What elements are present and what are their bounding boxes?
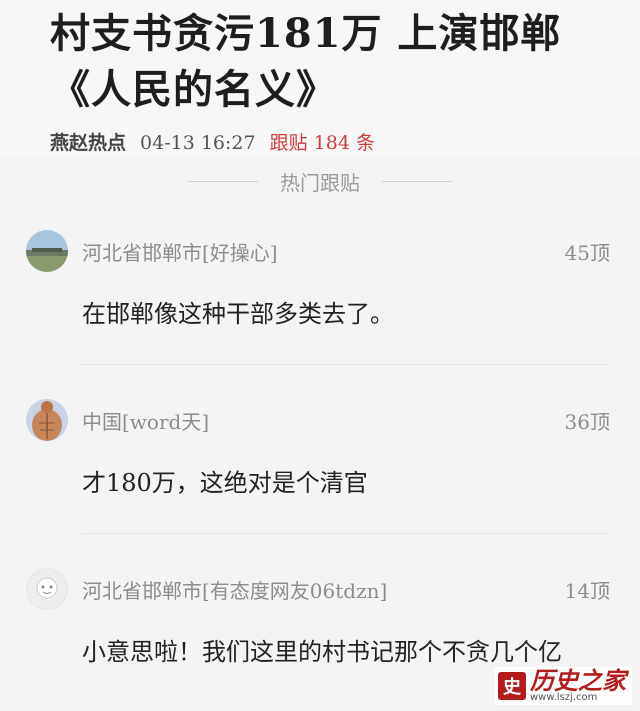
reply-label: 跟贴: [269, 132, 308, 154]
publish-time: 04-13 16:27: [140, 132, 256, 154]
reply-link[interactable]: 跟贴 184 条: [270, 128, 375, 155]
site-watermark: 史 历史之家 www.lszj.com: [494, 667, 632, 705]
muscle-avatar[interactable]: [26, 399, 68, 441]
vote-count[interactable]: 36顶: [565, 406, 610, 435]
comment-text: 才180万，这绝对是个清官: [82, 469, 368, 497]
title-line-2: 《人民的名义》: [50, 66, 337, 113]
source-name[interactable]: 燕赵热点: [50, 128, 126, 155]
watermark-url: www.lszj.com: [530, 692, 598, 703]
vote-count[interactable]: 14顶: [565, 575, 610, 604]
title-line-1: 村支书贪污181万 上演邯郸: [50, 10, 562, 57]
vote-count[interactable]: 45顶: [565, 237, 610, 266]
article-meta: 燕赵热点 04-13 16:27 跟贴 184 条: [50, 128, 640, 155]
comment-user-row: 中国[word天] 36顶: [82, 399, 610, 441]
landscape-avatar[interactable]: [26, 230, 68, 272]
reply-unit: 条: [355, 132, 375, 154]
article-title: 村支书贪污181万 上演邯郸 《人民的名义》: [50, 6, 640, 118]
comment-list: 河北省邯郸市[好操心] 45顶 在邯郸像这种干部多类去了。 中国[word天] …: [0, 204, 640, 702]
comment-user[interactable]: 河北省邯郸市[有态度网友06tdzn]: [82, 575, 387, 604]
divider-right: [382, 180, 452, 182]
watermark-text: 历史之家 www.lszj.com: [530, 669, 626, 703]
section-title: 热门跟贴: [280, 170, 360, 195]
watermark-seal-icon: 史: [498, 672, 526, 700]
reply-count: 184: [313, 132, 350, 154]
comment-user-row: 河北省邯郸市[好操心] 45顶: [82, 230, 610, 272]
watermark-name: 历史之家: [530, 666, 626, 695]
comment-user[interactable]: 河北省邯郸市[好操心]: [82, 237, 278, 266]
comment-text: 在邯郸像这种干部多类去了。: [82, 300, 394, 328]
comment-user[interactable]: 中国[word天]: [82, 406, 209, 435]
comment-item: 中国[word天] 36顶 才180万，这绝对是个清官: [26, 365, 610, 534]
comment-user-row: 河北省邯郸市[有态度网友06tdzn] 14顶: [82, 568, 610, 610]
comment-item: 河北省邯郸市[好操心] 45顶 在邯郸像这种干部多类去了。: [26, 204, 610, 365]
divider-left: [188, 180, 258, 182]
article-header: 村支书贪污181万 上演邯郸 《人民的名义》 燕赵热点 04-13 16:27 …: [0, 0, 640, 158]
hot-comments-heading: 热门跟贴: [0, 158, 640, 204]
default-avatar[interactable]: [26, 568, 68, 610]
